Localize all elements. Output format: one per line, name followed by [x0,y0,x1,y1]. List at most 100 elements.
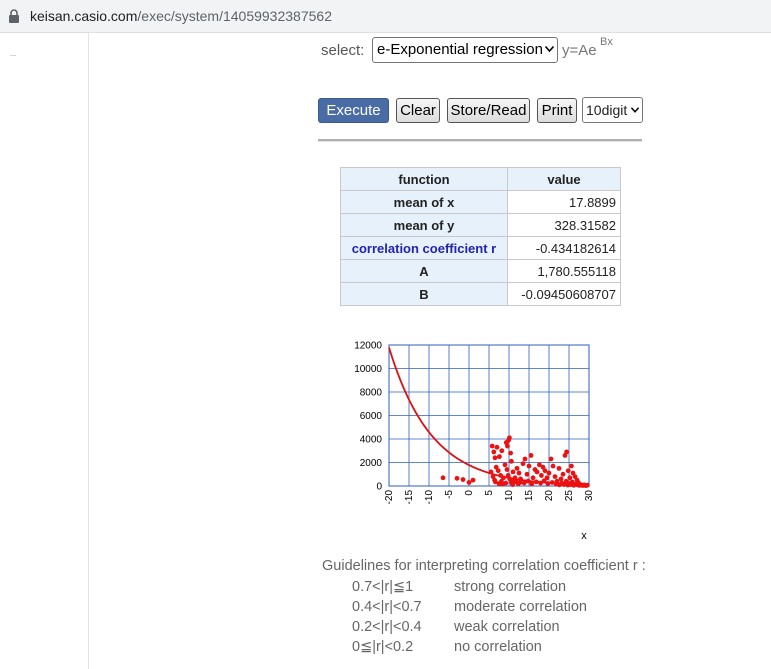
results-header-row: function value [340,167,621,191]
data-point [499,448,505,454]
formula-base: y=Ae [562,42,597,59]
value-cell: -0.09450608707 [507,282,621,306]
data-point [546,470,552,476]
data-point [569,463,574,469]
guideline-range: 0≦|r|<0.2 [352,639,414,655]
digits-select[interactable]: 10digit [582,97,643,123]
guideline-label: no correlation [454,639,542,655]
data-point [524,471,530,477]
data-point [585,482,590,488]
data-point [549,480,555,485]
data-point [460,477,466,482]
regression-type-value: e-Exponential regression [377,41,543,58]
x-tick-label: -5 [444,490,455,499]
store-read-button[interactable]: Store/Read [447,98,530,123]
data-point [493,479,498,485]
x-tick-label: 20 [544,490,555,502]
data-point [510,469,516,475]
data-point [548,456,554,462]
y-tick-label: 10000 [354,364,382,375]
data-point [495,468,501,474]
data-point [505,443,510,449]
divider [318,139,642,142]
lock-icon [9,9,19,23]
execute-button[interactable]: Execute [318,98,389,123]
x-tick-label: 25 [564,490,575,502]
data-point [565,468,571,474]
data-point [440,475,446,481]
clear-button[interactable]: Clear [396,98,440,123]
x-tick-label: 5 [484,490,495,496]
data-point [514,465,520,471]
table-row: mean of x 17.8899 [340,190,621,214]
data-point [564,449,569,455]
y-tick-label: 6000 [360,411,383,422]
left-sidebar [0,33,89,669]
data-point [560,471,566,477]
data-point [526,463,532,469]
guideline-range: 0.4<|r|<0.7 [352,599,422,615]
results-table: function value mean of x 17.8899 mean of… [340,167,621,306]
chevron-down-icon [631,107,639,113]
print-button[interactable]: Print [537,98,577,123]
value-cell: 328.31582 [507,213,621,237]
data-point [489,443,495,449]
table-row: A 1,780.555118 [340,259,621,283]
data-point [558,476,564,482]
function-cell: A [340,259,508,283]
data-point [491,449,497,455]
table-row: B -0.09450608707 [340,282,621,306]
data-point [550,463,556,469]
sidebar-divider [10,55,16,56]
guidelines-title: Guidelines for interpreting correlation … [322,558,646,574]
guideline-range: 0.2<|r|<0.4 [352,619,422,635]
data-point [510,482,515,487]
x-tick-label: -20 [384,490,395,505]
function-cell: mean of y [340,213,508,237]
data-point [497,454,502,460]
data-point [518,476,523,482]
function-cell-link[interactable]: correlation coefficient r [340,236,508,260]
function-cell: B [340,282,508,306]
data-point [538,480,543,486]
x-tick-label: 0 [464,490,475,496]
data-point [516,470,522,476]
chevron-down-icon [545,46,554,52]
data-point [552,474,558,479]
data-point [528,453,534,458]
formula-exponent: Bx [600,36,613,48]
x-tick-label: -15 [404,490,415,505]
y-tick-label: 4000 [360,435,383,446]
data-point [556,465,562,471]
x-axis-label: x [581,530,587,542]
data-point [501,475,506,481]
url-domain: keisan.casio.com [30,8,138,24]
y-tick-label: 0 [376,482,382,493]
address-bar[interactable]: keisan.casio.com/exec/system/14059932387… [0,0,771,33]
guideline-range: 0.7<|r|≦1 [352,579,414,595]
regression-chart: -20 -15 -10 -5 0 5 10 15 20 25 30 0 2000 4000 6000 8000… [354,341,595,543]
value-cell: 1,780.555118 [507,259,621,283]
data-point [507,435,512,441]
data-point [492,455,498,461]
y-tick-label: 12000 [354,341,382,352]
url-text[interactable]: keisan.casio.com/exec/system/14059932387… [30,8,332,24]
value-cell: 17.8899 [507,190,621,214]
data-point [466,480,472,485]
x-tick-label: 10 [504,490,515,502]
y-tick-label: 8000 [360,388,383,399]
guideline-label: moderate correlation [454,599,587,615]
guideline-label: weak correlation [454,619,560,635]
data-point [454,475,460,481]
function-cell: mean of x [340,190,508,214]
data-point [521,480,527,486]
table-row: mean of y 328.31582 [340,213,621,237]
data-point [509,458,514,464]
data-point [530,475,536,481]
x-tick-label: 15 [524,490,535,502]
data-point [539,473,544,478]
url-path: /exec/system/14059932387562 [137,8,332,24]
guideline-label: strong correlation [454,579,567,595]
regression-type-select[interactable]: e-Exponential regression [372,37,558,63]
y-tick-label: 2000 [360,458,383,469]
